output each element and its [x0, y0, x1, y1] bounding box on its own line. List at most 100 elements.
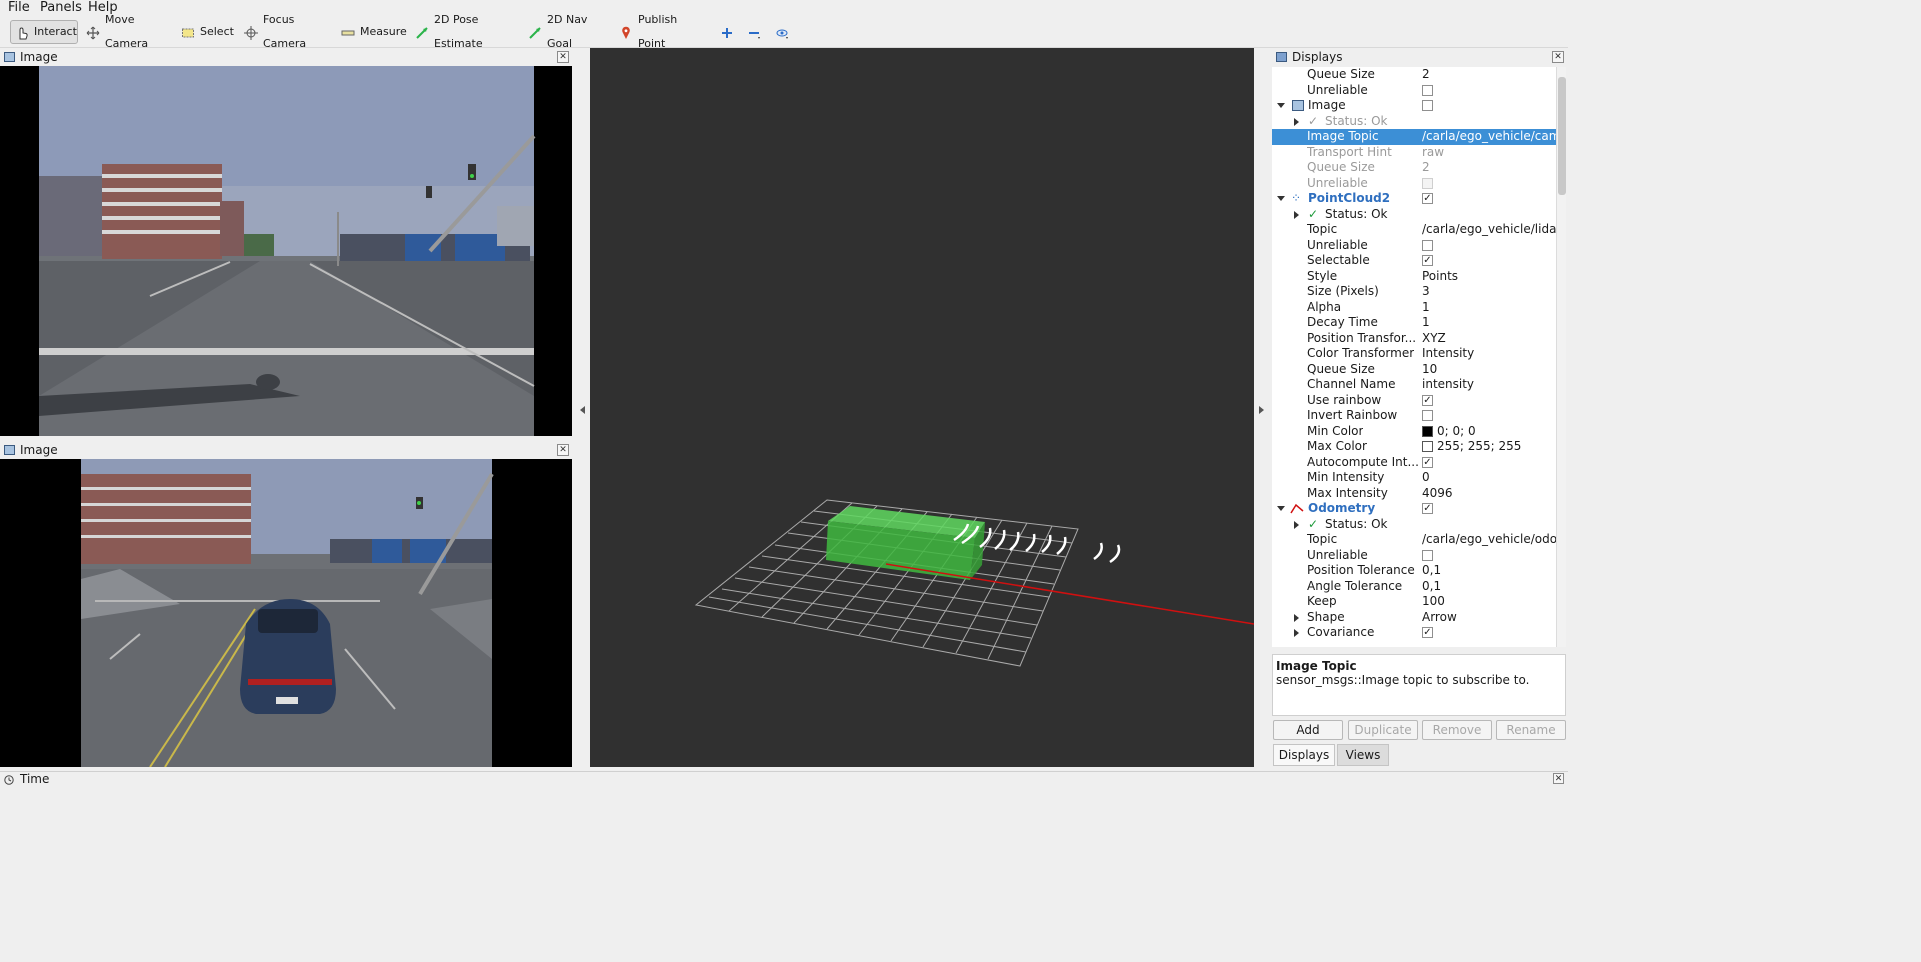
tree-row[interactable]: Unreliable — [1272, 548, 1556, 564]
property-value[interactable]: /carla/ego_vehicle/cam... — [1422, 129, 1556, 144]
min-color-swatch[interactable] — [1422, 425, 1433, 437]
property-value[interactable]: Intensity — [1422, 346, 1556, 361]
tab-displays[interactable]: Displays — [1273, 744, 1335, 766]
tree-row[interactable]: Position Tolerance 0,1 — [1272, 563, 1556, 579]
tree-row[interactable]: Selectable ✓ — [1272, 253, 1556, 269]
nav-goal-button[interactable]: 2D Nav Goal — [524, 13, 604, 50]
tree-row[interactable]: Covariance ✓ — [1272, 625, 1556, 641]
tree-row[interactable]: Color Transformer Intensity — [1272, 346, 1556, 362]
focus-camera-button[interactable]: Focus Camera — [240, 13, 326, 50]
property-value[interactable]: 1 — [1422, 315, 1556, 330]
tree-scrollbar[interactable] — [1556, 67, 1566, 647]
property-value[interactable]: Arrow — [1422, 610, 1556, 625]
tree-row[interactable]: Unreliable — [1272, 83, 1556, 99]
tree-row[interactable]: Keep 100 — [1272, 594, 1556, 610]
tree-row-status[interactable]: ✓ Status: Ok — [1272, 207, 1556, 223]
tree-row[interactable]: Size (Pixels) 3 — [1272, 284, 1556, 300]
tree-row[interactable]: Angle Tolerance 0,1 — [1272, 579, 1556, 595]
tree-row[interactable]: Use rainbow ✓ — [1272, 393, 1556, 409]
tree-row[interactable]: Queue Size 2 — [1272, 67, 1556, 83]
tree-row[interactable]: Decay Time 1 — [1272, 315, 1556, 331]
select-tool-button[interactable]: Select — [177, 20, 234, 44]
property-value[interactable]: 10 — [1422, 362, 1556, 377]
tree-row[interactable]: Style Points — [1272, 269, 1556, 285]
interact-tool-button[interactable]: Interact — [10, 20, 78, 44]
property-value[interactable]: 100 — [1422, 594, 1556, 609]
tree-row-status[interactable]: ✓ Status: Ok — [1272, 114, 1556, 130]
add-display-button[interactable]: Add — [1273, 720, 1343, 740]
expand-arrow-icon[interactable] — [1294, 210, 1299, 219]
collapse-left-icon[interactable] — [580, 403, 586, 417]
tree-row-selected[interactable]: Image Topic/carla/ego_vehicle/cam... — [1272, 129, 1556, 145]
autocompute-checkbox[interactable]: ✓ — [1422, 456, 1433, 468]
property-value[interactable]: Points — [1422, 269, 1556, 284]
expand-arrow-icon[interactable] — [1277, 506, 1285, 511]
display-enabled-checkbox[interactable]: ✓ — [1422, 193, 1433, 204]
expand-arrow-icon[interactable] — [1277, 196, 1285, 201]
tab-views[interactable]: Views — [1337, 744, 1389, 766]
expand-arrow-icon[interactable] — [1277, 103, 1285, 108]
close-icon[interactable]: ✕ — [1553, 773, 1564, 784]
unreliable-checkbox[interactable] — [1422, 84, 1433, 96]
render-viewport-3d[interactable] — [590, 48, 1254, 767]
max-color-swatch[interactable] — [1422, 441, 1433, 452]
publish-point-button[interactable]: Publish Point — [615, 13, 697, 50]
property-value[interactable]: 0 — [1422, 470, 1556, 485]
rename-display-button[interactable]: Rename — [1496, 720, 1566, 740]
property-value[interactable]: intensity — [1422, 377, 1556, 392]
property-value[interactable]: raw — [1422, 145, 1556, 160]
property-value[interactable]: /carla/ego_vehicle/odo... — [1422, 532, 1556, 547]
display-enabled-checkbox[interactable] — [1422, 100, 1433, 111]
tree-row[interactable]: Min Intensity 0 — [1272, 470, 1556, 486]
expand-arrow-icon[interactable] — [1294, 629, 1299, 637]
remove-display-button[interactable]: Remove — [1422, 720, 1492, 740]
expand-arrow-icon[interactable] — [1294, 613, 1299, 622]
property-value[interactable]: 2 — [1422, 160, 1556, 175]
property-value[interactable]: 0,1 — [1422, 579, 1556, 594]
tree-row[interactable]: Unreliable — [1272, 238, 1556, 254]
tree-row[interactable]: Channel Name intensity — [1272, 377, 1556, 393]
tree-row[interactable]: Transport Hint raw — [1272, 145, 1556, 161]
tree-row[interactable]: Min Color 0; 0; 0 — [1272, 424, 1556, 440]
remove-tool-button[interactable] — [743, 20, 767, 44]
tree-row-odometry-display[interactable]: Odometry ✓ — [1272, 501, 1556, 517]
tree-row[interactable]: Shape Arrow — [1272, 610, 1556, 626]
display-property-tree[interactable]: Queue Size 2 Unreliable Image ✓ Status: Ok… — [1272, 67, 1556, 647]
collapse-right-icon[interactable] — [1258, 403, 1264, 417]
menu-file[interactable]: File — [8, 0, 30, 16]
property-value[interactable]: /carla/ego_vehicle/lida... — [1422, 222, 1556, 237]
close-icon[interactable]: ✕ — [1552, 51, 1564, 63]
tree-row[interactable]: Queue Size 2 — [1272, 160, 1556, 176]
covariance-checkbox[interactable]: ✓ — [1422, 627, 1433, 638]
selectable-checkbox[interactable]: ✓ — [1422, 255, 1433, 266]
view-options-button[interactable] — [771, 20, 795, 44]
tree-row[interactable]: Topic/carla/ego_vehicle/odo... — [1272, 532, 1556, 548]
tree-row[interactable]: Position Transfor... XYZ — [1272, 331, 1556, 347]
property-value[interactable]: XYZ — [1422, 331, 1556, 346]
tree-row[interactable]: Invert Rainbow — [1272, 408, 1556, 424]
tree-row[interactable]: Topic/carla/ego_vehicle/lida... — [1272, 222, 1556, 238]
tree-row-pointcloud2-display[interactable]: ⁘ PointCloud2 ✓ — [1272, 191, 1556, 207]
duplicate-display-button[interactable]: Duplicate — [1348, 720, 1418, 740]
unreliable-checkbox[interactable] — [1422, 239, 1433, 251]
add-tool-button[interactable] — [716, 20, 736, 44]
tree-row-status[interactable]: ✓ Status: Ok — [1272, 517, 1556, 533]
close-icon[interactable]: ✕ — [557, 51, 569, 63]
property-value[interactable]: 1 — [1422, 300, 1556, 315]
use-rainbow-checkbox[interactable]: ✓ — [1422, 394, 1433, 406]
property-value[interactable]: 3 — [1422, 284, 1556, 299]
tree-row-image-display[interactable]: Image — [1272, 98, 1556, 114]
property-value[interactable]: 4096 — [1422, 486, 1556, 501]
measure-tool-button[interactable]: Measure — [337, 20, 407, 44]
tree-row[interactable]: Autocompute Int... ✓ — [1272, 455, 1556, 471]
pose-estimate-button[interactable]: 2D Pose Estimate — [411, 13, 513, 50]
tree-row[interactable]: Max Color 255; 255; 255 — [1272, 439, 1556, 455]
tree-row[interactable]: Queue Size 10 — [1272, 362, 1556, 378]
property-value[interactable]: 0; 0; 0 — [1437, 424, 1556, 439]
tree-row[interactable]: Alpha 1 — [1272, 300, 1556, 316]
close-icon[interactable]: ✕ — [557, 444, 569, 456]
property-value[interactable]: 2 — [1422, 67, 1556, 82]
unreliable-checkbox[interactable] — [1422, 549, 1433, 561]
display-enabled-checkbox[interactable]: ✓ — [1422, 503, 1433, 514]
unreliable-checkbox[interactable] — [1422, 177, 1433, 189]
